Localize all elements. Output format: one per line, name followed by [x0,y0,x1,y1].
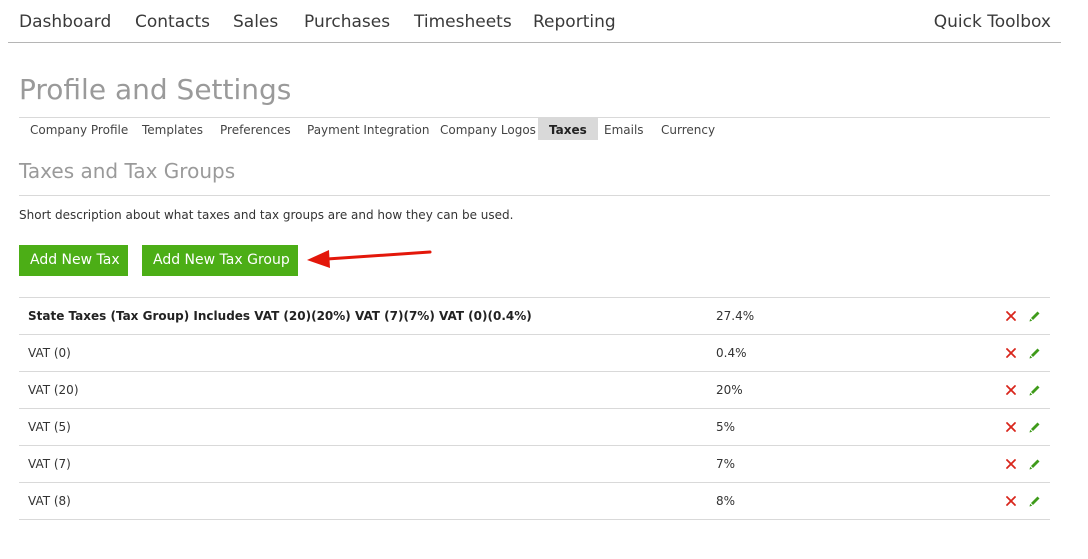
edit-pencil-icon[interactable] [1028,309,1042,323]
tax-rate: 8% [716,494,736,508]
tax-rate: 5% [716,420,736,434]
edit-pencil-icon[interactable] [1028,383,1042,397]
section-description: Short description about what taxes and t… [19,208,514,222]
delete-close-icon[interactable] [1005,495,1017,507]
tax-rate: 27.4% [716,309,755,323]
tab-templates[interactable]: Templates [131,118,214,140]
edit-pencil-icon[interactable] [1028,420,1042,434]
nav-contacts[interactable]: Contacts [135,12,210,32]
tax-rate: 20% [716,383,743,397]
nav-reporting[interactable]: Reporting [533,12,616,32]
nav-sales[interactable]: Sales [233,12,278,32]
top-navigation: Dashboard Contacts Sales Purchases Times… [8,0,1061,43]
tab-company-profile[interactable]: Company Profile [19,118,139,140]
edit-pencil-icon[interactable] [1028,457,1042,471]
tax-name: VAT (8) [28,494,71,508]
tax-name: VAT (7) [28,457,71,471]
edit-pencil-icon[interactable] [1028,346,1042,360]
delete-close-icon[interactable] [1005,458,1017,470]
tab-company-logos[interactable]: Company Logos [429,118,547,140]
quick-toolbox-link[interactable]: Quick Toolbox [934,12,1051,32]
taxes-table: State Taxes (Tax Group) Includes VAT (20… [19,297,1050,520]
tax-row: VAT (5) 5% [19,409,1050,446]
page-title: Profile and Settings [19,73,292,106]
tax-row: VAT (0) 0.4% [19,335,1050,372]
delete-close-icon[interactable] [1005,347,1017,359]
tax-row: VAT (20) 20% [19,372,1050,409]
tab-preferences[interactable]: Preferences [209,118,302,140]
nav-timesheets[interactable]: Timesheets [414,12,512,32]
red-arrow-icon [307,250,432,268]
delete-close-icon[interactable] [1005,384,1017,396]
section-divider [19,195,1050,196]
tab-currency[interactable]: Currency [650,118,726,140]
add-new-tax-button[interactable]: Add New Tax [19,245,128,276]
edit-pencil-icon[interactable] [1028,494,1042,508]
section-title: Taxes and Tax Groups [19,159,236,183]
delete-close-icon[interactable] [1005,310,1017,322]
tab-payment-integration[interactable]: Payment Integration [296,118,440,140]
nav-dashboard[interactable]: Dashboard [19,12,111,32]
add-new-tax-group-button[interactable]: Add New Tax Group [142,245,298,276]
tab-emails[interactable]: Emails [593,118,655,140]
nav-purchases[interactable]: Purchases [304,12,390,32]
settings-tabs: Company Profile Templates Preferences Pa… [19,117,1050,140]
delete-close-icon[interactable] [1005,421,1017,433]
tax-name: VAT (20) [28,383,79,397]
tab-taxes[interactable]: Taxes [538,118,598,140]
tax-rate: 0.4% [716,346,747,360]
tax-name: State Taxes (Tax Group) Includes VAT (20… [28,309,532,323]
tax-row: VAT (7) 7% [19,446,1050,483]
tax-name: VAT (5) [28,420,71,434]
tax-name: VAT (0) [28,346,71,360]
tax-group-row: State Taxes (Tax Group) Includes VAT (20… [19,298,1050,335]
tax-rate: 7% [716,457,736,471]
tax-row: VAT (8) 8% [19,483,1050,520]
